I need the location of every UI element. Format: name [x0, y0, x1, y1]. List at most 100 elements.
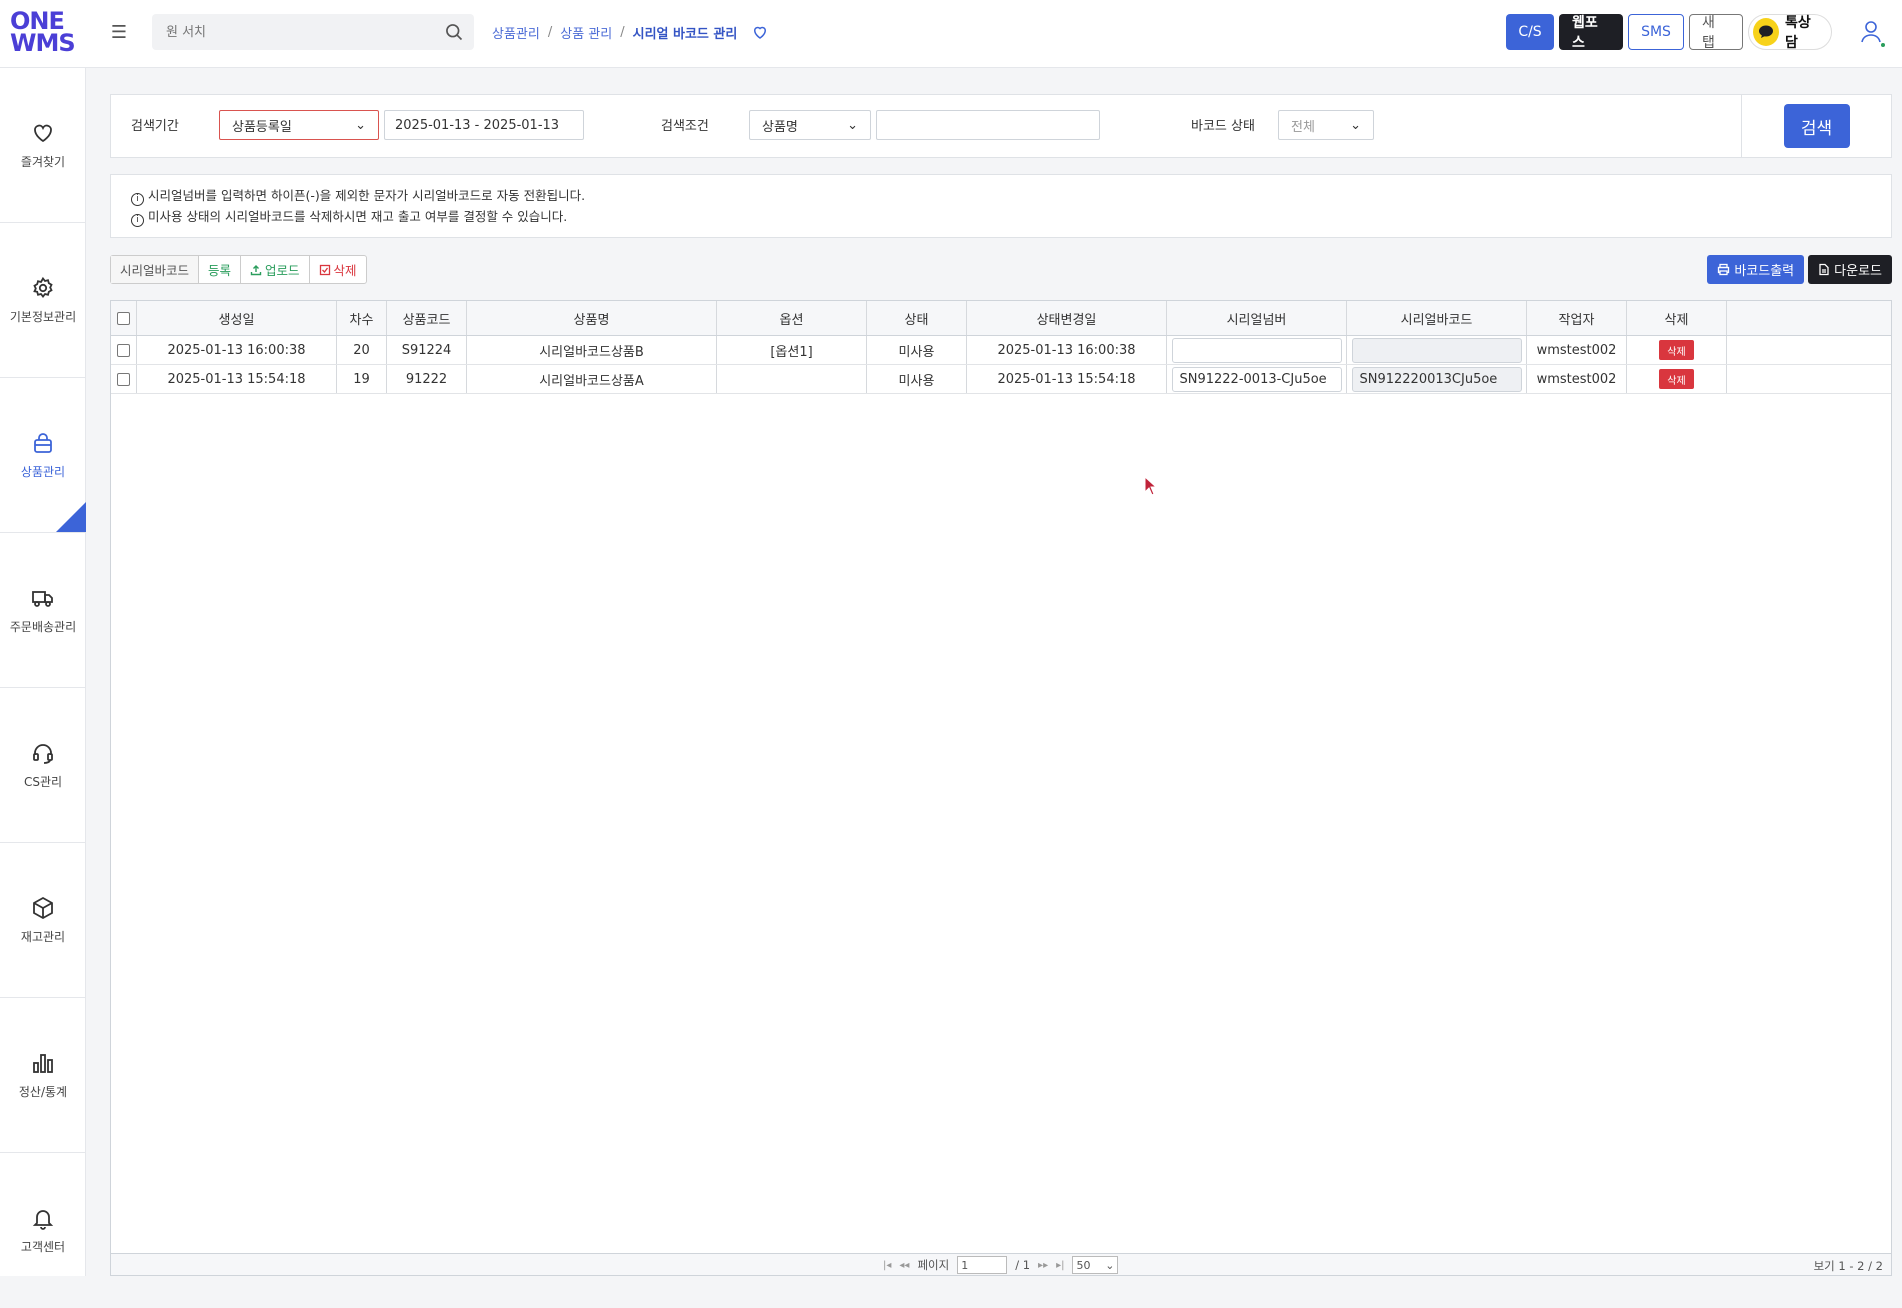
sidebar-item-inventory[interactable]: 재고관리 [0, 843, 86, 998]
bar-chart-icon [33, 1053, 53, 1073]
next-page-icon[interactable]: ▸▸ [1038, 1260, 1048, 1271]
sms-button[interactable]: SMS [1628, 14, 1684, 50]
column-header[interactable]: 작업자 [1527, 301, 1627, 335]
search-filter-panel: 검색기간 상품등록일 ⌄ 2025-01-13 - 2025-01-13 검색조… [110, 94, 1892, 158]
breadcrumb-separator: / [547, 24, 553, 40]
breadcrumb-item[interactable]: 상품 관리 [560, 23, 612, 42]
page-total: / 1 [1015, 1258, 1031, 1272]
app-logo[interactable]: ONE WMS [10, 9, 76, 58]
webpos-button[interactable]: 웹포스 [1559, 14, 1623, 51]
first-page-icon[interactable]: |◂ [883, 1260, 891, 1271]
barcode-cell: SN912220013CJu5oe [1347, 365, 1527, 393]
sidebar-item-label: 상품관리 [20, 464, 66, 479]
period-label: 검색기간 [131, 119, 179, 134]
sidebar-item-product[interactable]: 상품관리 [0, 378, 86, 533]
seq-cell: 19 [337, 365, 387, 393]
global-search [152, 14, 474, 50]
record-count: 보기 1 - 2 / 2 [1813, 1259, 1883, 1273]
serial-barcode-actions: 시리얼바코드 등록 업로드 삭제 [110, 255, 367, 284]
upload-icon [250, 264, 262, 275]
serial-barcode-grid: 생성일 차수 상품코드 상품명 옵션 상태 상태변경일 시리얼넘버 시리얼바코드… [110, 300, 1892, 1276]
row-delete-button[interactable]: 삭제 [1659, 340, 1694, 360]
column-header[interactable]: 상태 [867, 301, 967, 335]
created-cell: 2025-01-13 16:00:38 [137, 336, 337, 364]
barcode-print-button[interactable]: 바코드출력 [1707, 255, 1805, 284]
global-search-input[interactable] [152, 14, 422, 50]
select-all-checkbox[interactable] [117, 311, 130, 325]
product-code-cell: S91224 [387, 336, 467, 364]
new-tab-button[interactable]: 새 탭 [1689, 14, 1743, 51]
condition-type-select[interactable]: 상품명 ⌄ [749, 110, 871, 140]
search-icon[interactable] [444, 22, 464, 42]
sidebar-item-label: 정산/통계 [18, 1084, 68, 1099]
table-row[interactable]: 2025-01-13 16:00:38 20 S91224 시리얼바코드상품B … [111, 336, 1891, 365]
user-profile-icon[interactable] [1858, 18, 1886, 48]
condition-value-input[interactable] [876, 110, 1100, 140]
column-header[interactable]: 삭제 [1627, 301, 1727, 335]
page-size-select[interactable]: 50 ⌄ [1072, 1256, 1119, 1274]
cs-button[interactable]: C/S [1506, 14, 1554, 50]
table-row[interactable]: 2025-01-13 15:54:18 19 91222 시리얼바코드상품A 미… [111, 365, 1891, 394]
search-button[interactable]: 검색 [1783, 104, 1850, 148]
column-header[interactable]: 시리얼넘버 [1167, 301, 1347, 335]
last-page-icon[interactable]: ▸| [1056, 1260, 1064, 1271]
column-header[interactable]: 차수 [337, 301, 387, 335]
period-type-select[interactable]: 상품등록일 ⌄ [219, 110, 379, 140]
sidebar-item-label: 주문배송관리 [9, 619, 77, 634]
heart-icon [34, 124, 52, 142]
sidebar-item-label: 고객센터 [20, 1240, 66, 1254]
column-header[interactable]: 옵션 [717, 301, 867, 335]
barcode-status-select[interactable]: 전체 ⌄ [1278, 110, 1374, 140]
search-button-area: 검색 [1741, 95, 1891, 157]
condition-label: 검색조건 [661, 119, 709, 134]
box-icon [33, 896, 53, 919]
favorite-heart-icon[interactable] [751, 23, 769, 41]
chevron-down-icon: ⌄ [1105, 1258, 1115, 1272]
column-header[interactable]: 상품코드 [387, 301, 467, 335]
sidebar-item-cs[interactable]: CS관리 [0, 688, 86, 843]
page-size-value: 50 [1076, 1258, 1091, 1272]
serial-barcode-field: SN912220013CJu5oe [1351, 366, 1522, 392]
prev-page-icon[interactable]: ◂◂ [899, 1260, 909, 1271]
download-button[interactable]: 다운로드 [1808, 255, 1892, 284]
serial-number-input[interactable]: SN91222-0013-CJu5oe [1171, 366, 1342, 392]
menu-toggle-icon[interactable]: ☰ [108, 22, 130, 44]
page-number-input[interactable]: 1 [957, 1256, 1008, 1274]
row-delete-button[interactable]: 삭제 [1659, 369, 1694, 389]
date-range-input[interactable]: 2025-01-13 - 2025-01-13 [384, 110, 584, 140]
sidebar-item-customer-center[interactable]: 고객센터 [0, 1153, 86, 1308]
column-header[interactable]: 상품명 [467, 301, 717, 335]
mouse-cursor-icon [1144, 476, 1158, 496]
created-cell: 2025-01-13 15:54:18 [137, 365, 337, 393]
barcode-cell [1347, 336, 1527, 364]
sidebar-item-order-shipping[interactable]: 주문배송관리 [0, 533, 86, 688]
info-icon: i [131, 193, 144, 206]
seq-cell: 20 [337, 336, 387, 364]
delete-cell: 삭제 [1627, 365, 1727, 393]
sidebar-item-favorites[interactable]: 즐겨찾기 [0, 68, 86, 223]
column-header[interactable]: 생성일 [137, 301, 337, 335]
delete-selected-button[interactable]: 삭제 [310, 256, 366, 283]
page-label: 페이지 [917, 1258, 950, 1272]
sidebar-item-basic-info[interactable]: 기본정보관리 [0, 223, 86, 378]
column-header[interactable]: 상태변경일 [967, 301, 1167, 335]
serial-number-input[interactable] [1171, 337, 1342, 363]
headset-icon [33, 743, 53, 764]
status-cell: 미사용 [867, 365, 967, 393]
sidebar-item-label: 즐겨찾기 [20, 154, 66, 169]
product-code-cell: 91222 [387, 365, 467, 393]
row-checkbox[interactable] [117, 372, 130, 386]
notice-line: i 시리얼넘버를 입력하면 하이픈(-)을 제외한 문자가 시리얼바코드로 자동 … [131, 185, 1871, 206]
column-header[interactable]: 시리얼바코드 [1347, 301, 1527, 335]
row-checkbox[interactable] [117, 343, 130, 357]
breadcrumb-item[interactable]: 상품관리 [492, 23, 540, 42]
sidebar-item-settlement[interactable]: 정산/통계 [0, 998, 86, 1153]
changed-cell: 2025-01-13 16:00:38 [967, 336, 1167, 364]
register-button[interactable]: 등록 [199, 256, 242, 283]
barcode-print-label: 바코드출력 [1734, 264, 1795, 279]
pagination-controls: |◂ ◂◂ 페이지 1 / 1 ▸▸ ▸| 50 ⌄ [883, 1256, 1119, 1274]
talk-consult-button[interactable]: 톡상담 [1748, 14, 1832, 51]
sidebar-item-label: 재고관리 [20, 929, 66, 944]
upload-button[interactable]: 업로드 [241, 256, 310, 283]
info-icon: i [131, 214, 144, 227]
